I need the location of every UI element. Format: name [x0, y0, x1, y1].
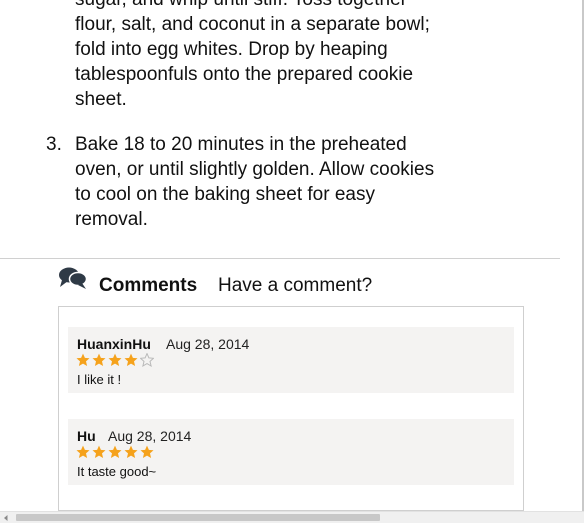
- rating-stars: [76, 353, 156, 367]
- scrollbar-thumb[interactable]: [16, 514, 380, 521]
- comment-date: Aug 28, 2014: [108, 428, 192, 444]
- star-filled-icon: [92, 353, 106, 366]
- star-filled-icon: [140, 445, 154, 458]
- comment-author[interactable]: HuanxinHu: [77, 336, 151, 352]
- comment-item: Hu Aug 28, 2014 It taste good~: [68, 419, 514, 485]
- step-number: 3.: [46, 134, 62, 155]
- comment-text: It taste good~: [77, 464, 157, 479]
- star-empty-icon: [140, 353, 154, 367]
- comment-date: Aug 28, 2014: [166, 336, 250, 352]
- add-comment-link[interactable]: Have a comment?: [218, 275, 372, 297]
- directions-section: sugar, and whip until stiff. Toss togeth…: [0, 0, 560, 259]
- step-line: sugar, and whip until stiff. Toss togeth…: [75, 0, 495, 12]
- page-viewport: sugar, and whip until stiff. Toss togeth…: [0, 0, 584, 511]
- star-filled-icon: [76, 445, 90, 458]
- step-line: removal.: [75, 209, 148, 230]
- step-line: sheet.: [75, 89, 127, 110]
- step-line: to cool on the baking sheet for easy: [75, 184, 375, 205]
- step-line: Bake 18 to 20 minutes in the preheated: [75, 134, 407, 155]
- comment-author[interactable]: Hu: [77, 428, 96, 444]
- comments-list: HuanxinHu Aug 28, 2014 I like it ! Hu Au…: [58, 306, 524, 511]
- rating-stars: [76, 445, 156, 459]
- direction-step-3-text: Bake 18 to 20 minutes in the preheated o…: [75, 132, 495, 232]
- scrollbar-corner: [572, 512, 584, 523]
- star-filled-icon: [124, 353, 138, 366]
- step-line: fold into egg whites. Drop by heaping: [75, 39, 388, 60]
- star-filled-icon: [76, 353, 90, 366]
- scroll-left-arrow-icon[interactable]: [2, 514, 10, 522]
- star-filled-icon: [108, 445, 122, 458]
- star-filled-icon: [124, 445, 138, 458]
- star-filled-icon: [92, 445, 106, 458]
- step-line: flour, salt, and coconut in a separate b…: [75, 14, 430, 35]
- horizontal-scrollbar[interactable]: [0, 511, 584, 523]
- step-line: tablespoonfuls onto the prepared cookie: [75, 64, 414, 85]
- direction-step-2-text: sugar, and whip until stiff. Toss togeth…: [75, 0, 495, 112]
- star-filled-icon: [108, 353, 122, 366]
- step-line: oven, or until slightly golden. Allow co…: [75, 159, 435, 180]
- comment-text: I like it !: [77, 372, 122, 387]
- comment-item: HuanxinHu Aug 28, 2014 I like it !: [68, 327, 514, 393]
- speech-bubbles-icon: [59, 267, 88, 289]
- comments-header: Comments Have a comment?: [58, 266, 518, 296]
- comments-title: Comments: [99, 275, 198, 296]
